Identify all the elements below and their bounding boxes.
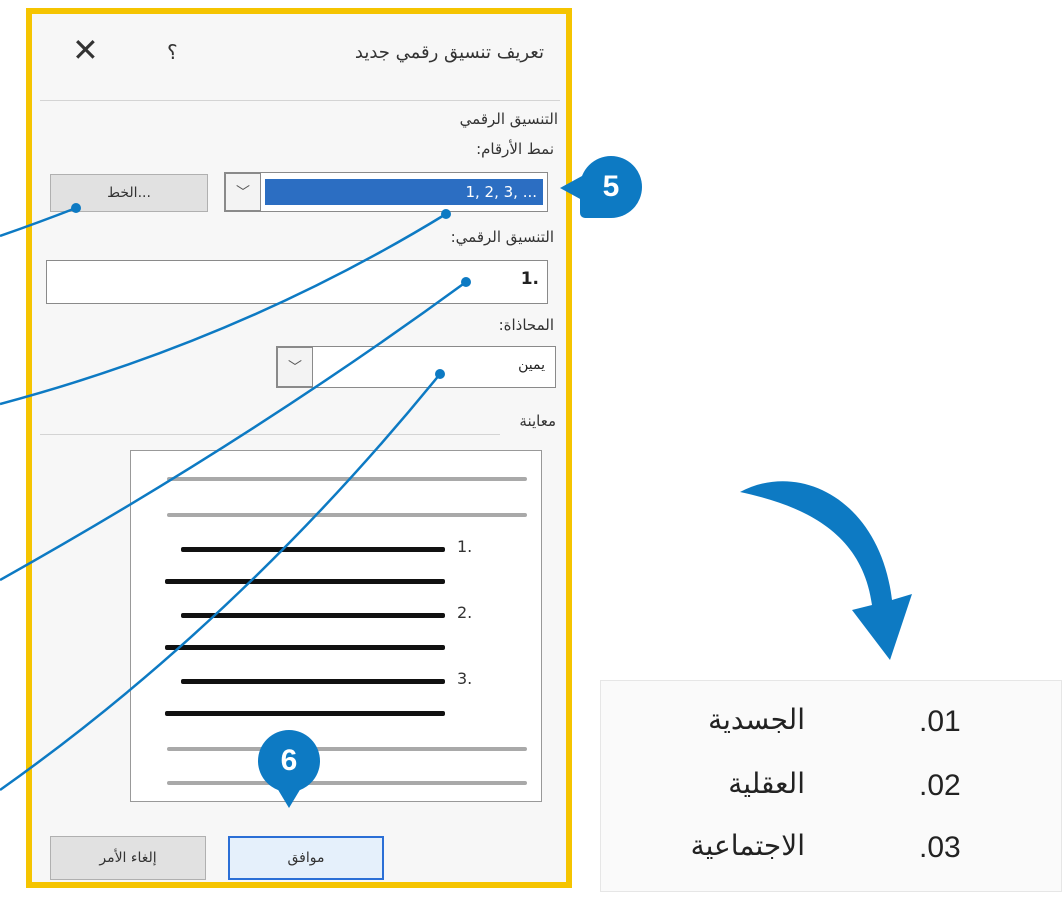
step-6-callout: 6 bbox=[258, 730, 320, 792]
curved-arrow-icon bbox=[740, 481, 912, 660]
connector-number-format bbox=[0, 280, 467, 582]
connector-number-style bbox=[0, 212, 447, 406]
result-number: .01 bbox=[919, 705, 961, 738]
connector-lines bbox=[0, 206, 467, 792]
connector-alignment bbox=[0, 373, 441, 792]
result-text: الجسدية bbox=[708, 703, 805, 736]
connector-font-button bbox=[0, 206, 77, 238]
result-number: .02 bbox=[919, 769, 961, 802]
step-5-callout: 5 bbox=[580, 156, 642, 218]
result-text: العقلية bbox=[728, 767, 805, 800]
result-text: الاجتماعية bbox=[690, 829, 805, 862]
step-6-pointer bbox=[277, 788, 301, 808]
connector-dots bbox=[71, 203, 471, 379]
step-5-pointer bbox=[560, 176, 582, 200]
result-number: .03 bbox=[919, 831, 961, 864]
result-list: .01 الجسدية .02 العقلية .03 الاجتماعية bbox=[600, 680, 1062, 892]
